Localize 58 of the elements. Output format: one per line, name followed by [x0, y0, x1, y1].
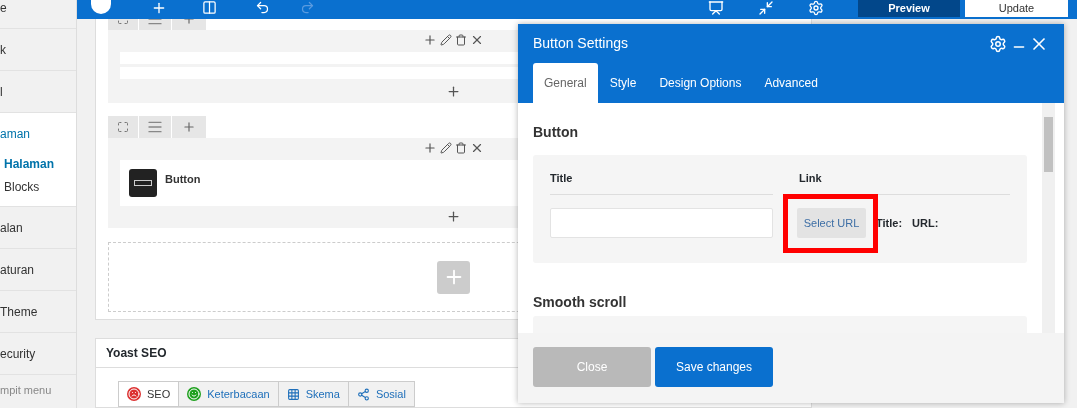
link-url-label: URL: — [912, 215, 939, 231]
sidebar-subitem[interactable]: Blocks — [4, 178, 76, 196]
dialog-title: Button Settings — [533, 34, 628, 53]
yoast-tab[interactable]: Keterbacaan — [179, 381, 279, 407]
link-title-label: Title: — [876, 215, 903, 231]
panel-title: Yoast SEO — [106, 345, 167, 362]
sidebar-item[interactable]: k — [0, 40, 6, 59]
field-label: Link — [798, 171, 823, 186]
share-icon — [356, 387, 370, 401]
element-label: Button — [165, 172, 201, 187]
sidebar-item[interactable]: aman — [0, 125, 76, 143]
close-icon[interactable] — [470, 141, 484, 155]
add-icon[interactable] — [446, 208, 461, 224]
scrollbar[interactable] — [1042, 103, 1055, 333]
yoast-tab[interactable]: Skema — [278, 381, 349, 407]
expand-button[interactable] — [108, 116, 138, 138]
dialog-tab[interactable]: Advanced — [753, 63, 829, 103]
layout-icon[interactable] — [202, 0, 217, 15]
collapse-icon[interactable] — [758, 0, 774, 16]
add-icon[interactable] — [446, 83, 461, 99]
save-button[interactable]: Save changes — [655, 347, 773, 387]
yoast-tab[interactable]: SEO — [118, 381, 180, 407]
field-label: Title — [550, 171, 574, 186]
plus-icon — [182, 120, 196, 134]
sidebar-item[interactable]: aturan — [0, 260, 35, 279]
drag-handle[interactable] — [139, 116, 171, 138]
preview-button[interactable]: Preview — [858, 0, 960, 17]
dialog-tab[interactable]: Design Options — [648, 63, 753, 103]
sidebar-subitem[interactable]: Halaman — [4, 155, 76, 173]
sidebar-item[interactable]: alan — [0, 218, 23, 237]
title-input[interactable] — [550, 208, 773, 238]
logo-icon[interactable] — [91, 0, 111, 14]
edit-icon[interactable] — [440, 142, 452, 154]
add-icon[interactable] — [151, 0, 167, 16]
drag-lines-icon — [147, 119, 163, 135]
sidebar-item[interactable]: ecurity — [0, 344, 36, 363]
sidebar-item[interactable]: e — [0, 0, 7, 17]
delete-icon[interactable] — [455, 142, 467, 154]
settings-icon[interactable] — [989, 34, 1007, 53]
delete-icon[interactable] — [455, 34, 467, 46]
dialog-tab[interactable]: Style — [598, 63, 648, 103]
select-url-button[interactable]: Select URL — [797, 208, 866, 238]
edit-icon[interactable] — [440, 34, 452, 46]
undo-icon[interactable] — [255, 0, 270, 15]
section-heading: Smooth scroll — [533, 293, 628, 312]
yoast-tab[interactable]: Sosial — [348, 381, 415, 407]
sidebar-item[interactable]: Theme — [0, 302, 38, 321]
collapse-menu[interactable]: mpit menu — [0, 381, 52, 399]
grid-icon — [286, 387, 300, 401]
settings-icon[interactable] — [808, 0, 824, 16]
expand-icon — [117, 121, 129, 133]
preview-screen-icon[interactable] — [708, 0, 724, 16]
dialog-tab[interactable]: General — [533, 63, 598, 103]
sidebar-item[interactable]: l — [0, 82, 3, 101]
update-button[interactable]: Update — [965, 0, 1068, 17]
button-element-icon — [129, 169, 157, 197]
close-icon[interactable] — [470, 33, 484, 47]
section-heading: Button — [533, 123, 580, 142]
